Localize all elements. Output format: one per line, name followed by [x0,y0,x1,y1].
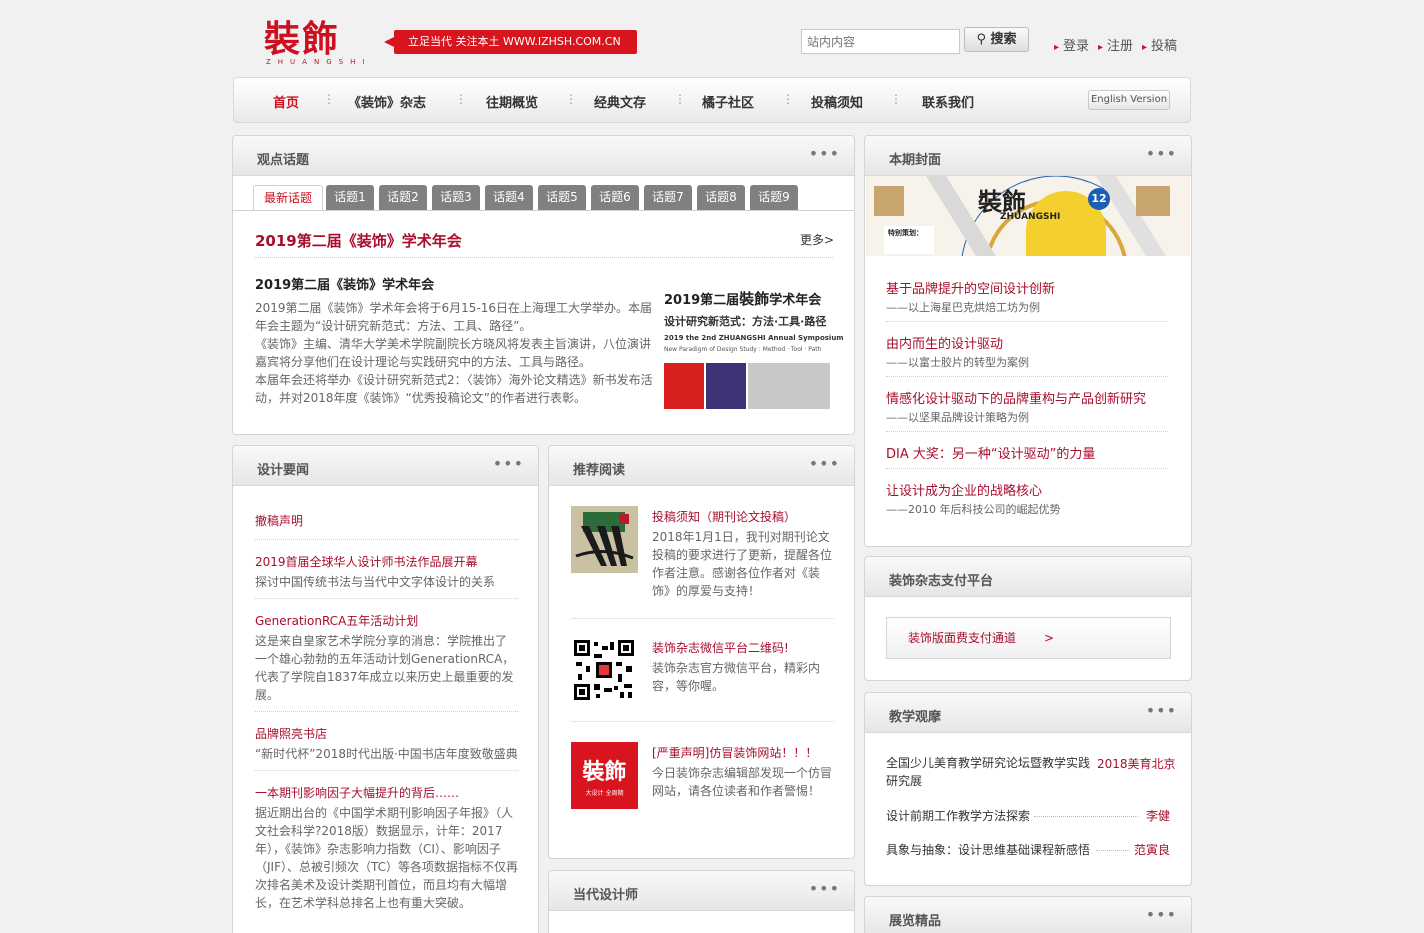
tab-topic-3[interactable]: 话题3 [432,185,480,210]
nav-separator: ⋮ [323,92,335,106]
cover-article-sub: ——2010 年后科技公司的崛起优势 [886,503,1061,516]
artwork-thumbnail[interactable] [571,506,638,573]
cover-feature-label: 特别策划： [888,229,923,237]
recommend-link[interactable]: 投稿须知（期刊论文投稿） [652,508,796,525]
news-link[interactable]: 一本期刊影响因子大幅提升的背后…… [255,784,459,801]
topic-body: 2019第二届《装饰》学术年会将于6月15-16日在上海理工大学举办。本届年会主… [255,301,653,405]
nav-archive[interactable]: 往期概览 [486,92,538,111]
tab-topic-4[interactable]: 话题4 [485,185,533,210]
tab-topic-5[interactable]: 话题5 [538,185,586,210]
exhibit-panel: 展览精品 ••• [864,896,1192,933]
panel-title: 推荐阅读 [573,463,626,478]
nav-separator: ⋮ [565,92,577,106]
poster-swatch-red [664,363,704,409]
topic-headline[interactable]: 2019第二届《装饰》学术年会 [255,230,462,251]
designer-panel: 当代设计师 ••• [548,870,855,933]
nav-magazine[interactable]: 《装饰》杂志 [348,92,426,111]
news-summary: “新时代杯”2018时代出版·中国书店年度致敬盛典 [255,747,518,761]
cover-article-link[interactable]: 由内而生的设计驱动 [886,333,1003,352]
nav-submission[interactable]: 投稿须知 [811,92,863,111]
teaching-author: 李健 [1146,809,1171,823]
recommend-summary: 2018年1月1日，我刊对期刊论文投稿的要求进行了更新，提醒各位作者注意。感谢各… [652,530,833,598]
poster-swatch-purple [706,363,746,409]
panel-title: 设计要闻 [257,463,310,478]
submit-link[interactable]: 投稿 [1142,35,1177,54]
topic-subtitle: 2019第二届《装饰》学术年会 [255,278,435,293]
teaching-link[interactable]: 具象与抽象：设计思维基础课程新感悟 [886,841,1090,858]
tab-topic-6[interactable]: 话题6 [591,185,639,210]
panel-title: 装饰杂志支付平台 [889,574,994,589]
more-dots-icon[interactable]: ••• [809,454,840,473]
nav-separator: ⋮ [890,92,902,106]
news-summary: 这是来自皇家艺术学院分享的消息：学院推出了一个雄心勃勃的五年活动计划Genera… [255,634,515,702]
cover-article-link[interactable]: 情感化设计驱动下的品牌重构与产品创新研究 [886,388,1146,407]
cover-image[interactable]: 裝飾 12 ZHUANGSHI 特别策划： [866,176,1190,256]
teaching-author: 2018美育北京 [1097,757,1176,771]
nav-separator: ⋮ [782,92,794,106]
nav-community[interactable]: 橘子社区 [702,92,754,111]
site-logo[interactable]: 裝飾 [264,20,340,58]
cover-logo-en: ZHUANGSHI [1000,212,1061,222]
nav-separator: ⋮ [674,92,686,106]
search-button[interactable]: ⚲ 搜索 [964,27,1029,52]
arrow-right-icon: > [1044,631,1055,645]
brand-thumbnail[interactable]: 裝飾 大设计 全周期 [571,742,638,809]
register-link[interactable]: 注册 [1098,35,1133,54]
more-dots-icon[interactable]: ••• [809,144,840,163]
cover-article-sub: ——以坚果品牌设计策略为例 [886,411,1029,424]
recommend-link[interactable]: [严重声明]仿冒装饰网站！！！ [652,744,817,761]
login-link[interactable]: 登录 [1054,35,1089,54]
more-dots-icon[interactable]: ••• [1146,144,1177,163]
news-link[interactable]: 品牌照亮书店 [255,725,327,742]
panel-title: 展览精品 [889,914,942,929]
tab-topic-2[interactable]: 话题2 [379,185,427,210]
nav-home[interactable]: 首页 [273,92,299,111]
cover-article-sub: ——以富士胶片的转型为案例 [886,356,1029,369]
english-version-button[interactable]: English Version [1088,90,1170,110]
news-link[interactable]: 撤稿声明 [255,512,303,529]
panel-title: 当代设计师 [573,888,639,903]
more-dots-icon[interactable]: ••• [1146,905,1177,924]
tab-topic-7[interactable]: 话题7 [644,185,692,210]
nav-contact[interactable]: 联系我们 [922,92,974,111]
cover-article-link[interactable]: 让设计成为企业的战略核心 [886,480,1042,499]
panel-title: 本期封面 [889,153,942,168]
slogan-banner: 立足当代 关注本土 WWW.IZHSH.COM.CN [384,30,637,54]
tab-topic-9[interactable]: 话题9 [750,185,798,210]
search-icon: ⚲ [976,32,991,47]
cover-issue-badge: 12 [1088,188,1110,210]
tab-topic-8[interactable]: 话题8 [697,185,745,210]
panel-title: 教学观摩 [889,710,942,725]
teaching-author: 范寅良 [1134,843,1171,857]
site-logo-en: ZHUANGSHI [266,58,372,66]
more-link[interactable]: 更多> [800,231,834,248]
more-dots-icon[interactable]: ••• [809,879,840,898]
news-link[interactable]: GenerationRCA五年活动计划 [255,612,418,629]
more-dots-icon[interactable]: ••• [493,454,524,473]
teaching-link[interactable]: 设计前期工作教学方法探索 [886,807,1030,824]
more-dots-icon[interactable]: ••• [1146,701,1177,720]
search-input[interactable] [801,29,960,54]
qr-code-image[interactable] [574,640,634,700]
cover-article-sub: ——以上海星巴克烘焙工坊为例 [886,301,1040,314]
payment-link-button[interactable]: 装饰版面费支付通道 > [886,617,1171,659]
nav-separator: ⋮ [455,92,467,106]
cover-article-link[interactable]: DIA 大奖：另一种“设计驱动”的力量 [886,443,1095,462]
news-summary: 据近期出台的《中国学术期刊影响因子年报》（人文社会科学?2018版）数据显示，计… [255,806,518,910]
tab-latest[interactable]: 最新话题 [253,185,323,210]
panel-title: 观点话题 [257,153,310,168]
nav-classics[interactable]: 经典文存 [594,92,646,111]
recommend-link[interactable]: 装饰杂志微信平台二维码! [652,639,789,656]
recommend-summary: 今日装饰杂志编辑部发现一个仿冒网站，请各位读者和作者警惕！ [652,766,833,798]
symposium-poster[interactable]: 2019第二届裝飾学术年会 设计研究新范式：方法·工具·路径 2019 the … [664,288,844,422]
news-link[interactable]: 2019首届全球华人设计师书法作品展开幕 [255,553,478,570]
cover-article-link[interactable]: 基于品牌提升的空间设计创新 [886,278,1055,297]
recommend-summary: 装饰杂志官方微信平台，精彩内容，等你喔。 [652,661,821,693]
teaching-link[interactable]: 全国少儿美育教学研究论坛暨教学实践研究展 [886,754,1094,790]
poster-swatch-gray [748,363,830,409]
news-summary: 探讨中国传统书法与当代中文字体设计的关系 [255,575,496,589]
tab-topic-1[interactable]: 话题1 [326,185,374,210]
